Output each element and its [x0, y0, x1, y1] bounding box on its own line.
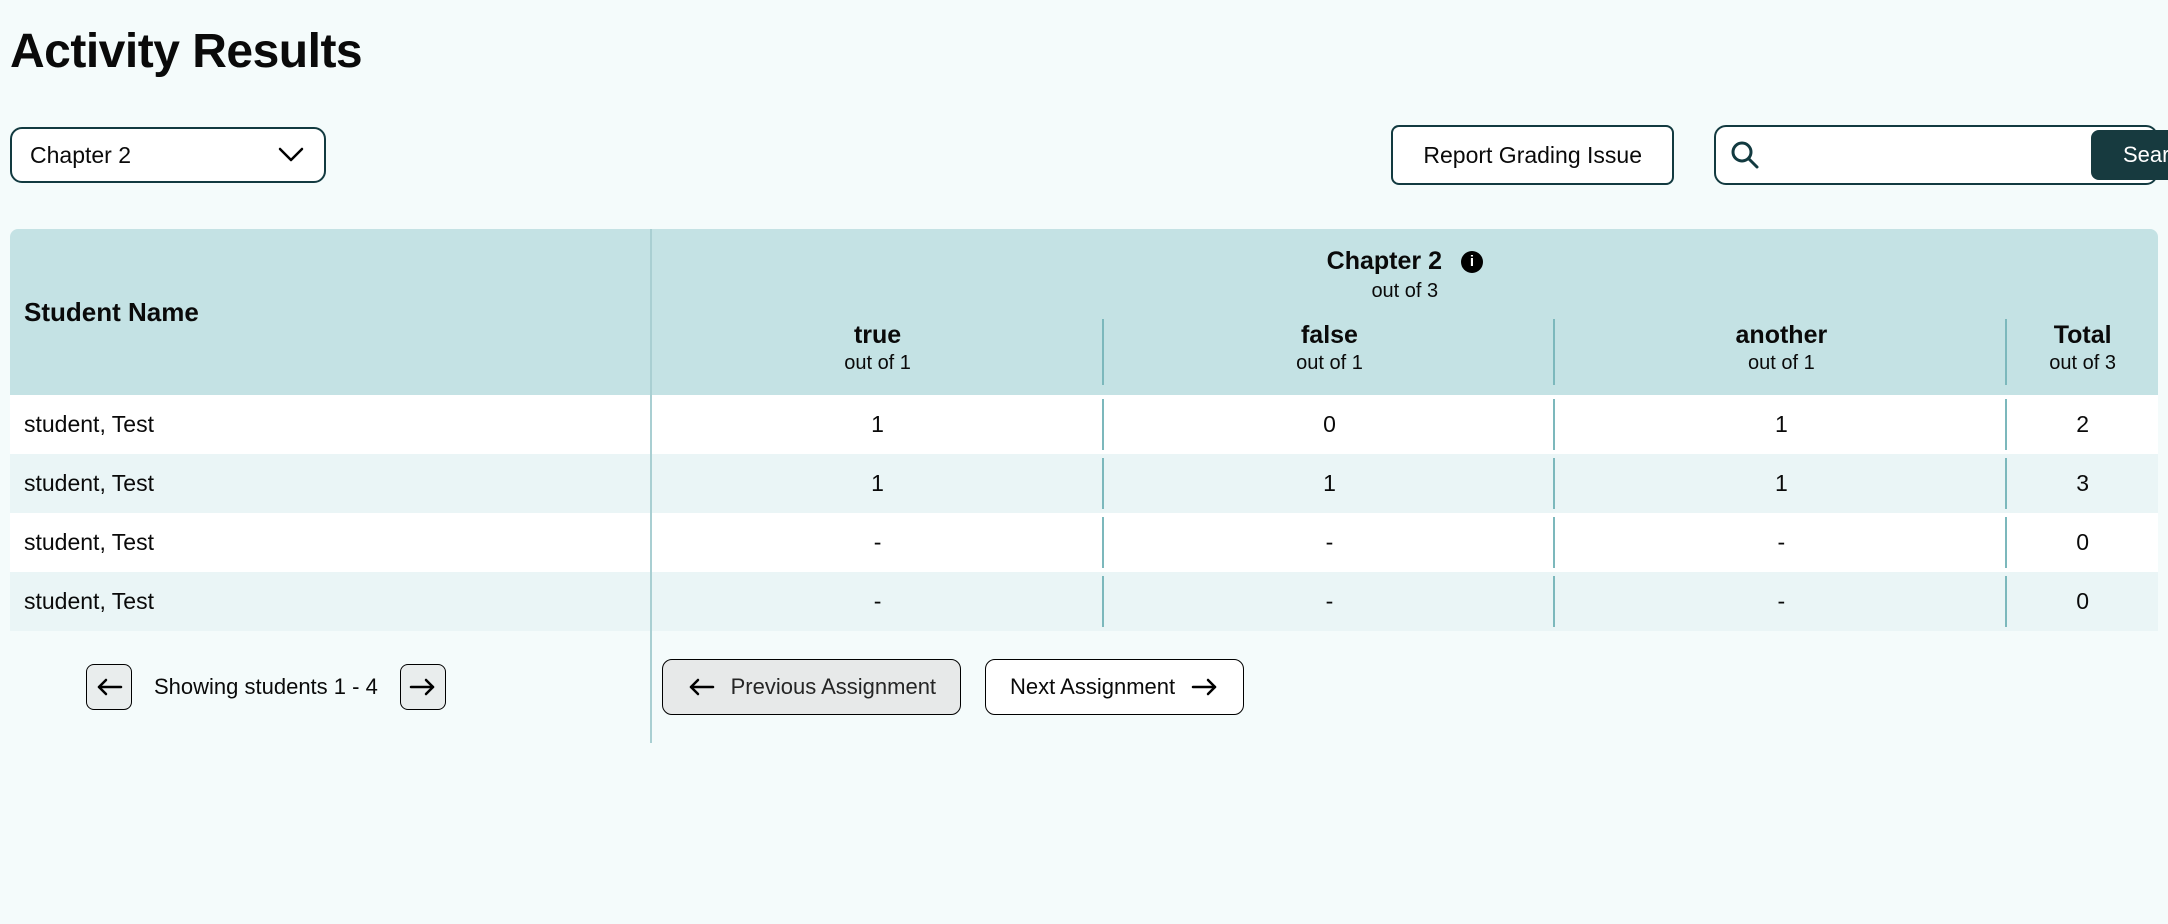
footer-assignment-nav-cell: Previous Assignment Next Assignment	[652, 631, 2158, 743]
search-button[interactable]: Search	[2091, 130, 2168, 180]
cell-score: 0	[1104, 395, 1556, 454]
cell-score: 1	[1555, 395, 2007, 454]
search-icon	[1719, 139, 1767, 171]
arrow-right-icon	[409, 677, 437, 697]
cell-total: 0	[2007, 572, 2158, 631]
info-icon[interactable]: i	[1461, 251, 1483, 273]
cell-score: -	[1104, 572, 1556, 631]
chapter-select[interactable]: Chapter 2	[10, 127, 326, 183]
table-row: student, Test1113	[10, 454, 2158, 513]
footer-pagination-cell: Showing students 1 - 4	[10, 631, 652, 743]
next-assignment-label: Next Assignment	[1010, 674, 1175, 700]
prev-page-button[interactable]	[86, 664, 132, 710]
arrow-right-icon	[1191, 677, 1219, 697]
arrow-left-icon	[95, 677, 123, 697]
cell-student-name: student, Test	[10, 572, 652, 631]
cell-score: -	[1555, 572, 2007, 631]
cell-total: 2	[2007, 395, 2158, 454]
arrow-left-icon	[687, 677, 715, 697]
cell-score: 1	[1104, 454, 1556, 513]
column-header-student-name: Student Name	[10, 229, 652, 395]
cell-total: 0	[2007, 513, 2158, 572]
cell-student-name: student, Test	[10, 395, 652, 454]
next-page-button[interactable]	[400, 664, 446, 710]
cell-score: -	[652, 572, 1104, 631]
pagination-status: Showing students 1 - 4	[154, 674, 378, 700]
report-grading-issue-label: Report Grading Issue	[1423, 142, 1642, 169]
column-header-q1: true out of 1	[652, 309, 1104, 395]
cell-score: 1	[652, 395, 1104, 454]
cell-student-name: student, Test	[10, 454, 652, 513]
column-header-total: Total out of 3	[2007, 309, 2158, 395]
previous-assignment-label: Previous Assignment	[731, 674, 936, 700]
cell-score: -	[652, 513, 1104, 572]
chapter-select-value: Chapter 2	[30, 142, 131, 169]
report-grading-issue-button[interactable]: Report Grading Issue	[1391, 125, 1674, 185]
chapter-out-of: out of 3	[652, 280, 2158, 303]
search-input[interactable]	[1767, 142, 2091, 169]
chapter-header-label: Chapter 2	[1327, 247, 1442, 275]
previous-assignment-button[interactable]: Previous Assignment	[662, 659, 961, 715]
page-title: Activity Results	[10, 24, 2158, 79]
results-table-wrap: Student Name Chapter 2 i out of 3 true o…	[10, 229, 2158, 743]
cell-score: 1	[1555, 454, 2007, 513]
column-header-q3: another out of 1	[1555, 309, 2007, 395]
column-group-chapter: Chapter 2 i out of 3	[652, 229, 2158, 309]
cell-score: -	[1104, 513, 1556, 572]
column-header-q2: false out of 1	[1104, 309, 1556, 395]
chevron-down-icon	[278, 147, 304, 163]
search-box: Search	[1714, 125, 2158, 185]
cell-total: 3	[2007, 454, 2158, 513]
cell-score: 1	[652, 454, 1104, 513]
top-controls: Chapter 2 Report Grading Issue Search	[10, 125, 2158, 185]
cell-student-name: student, Test	[10, 513, 652, 572]
cell-score: -	[1555, 513, 2007, 572]
next-assignment-button[interactable]: Next Assignment	[985, 659, 1244, 715]
table-row: student, Test---0	[10, 572, 2158, 631]
results-table: Student Name Chapter 2 i out of 3 true o…	[10, 229, 2158, 743]
table-row: student, Test---0	[10, 513, 2158, 572]
table-row: student, Test1012	[10, 395, 2158, 454]
